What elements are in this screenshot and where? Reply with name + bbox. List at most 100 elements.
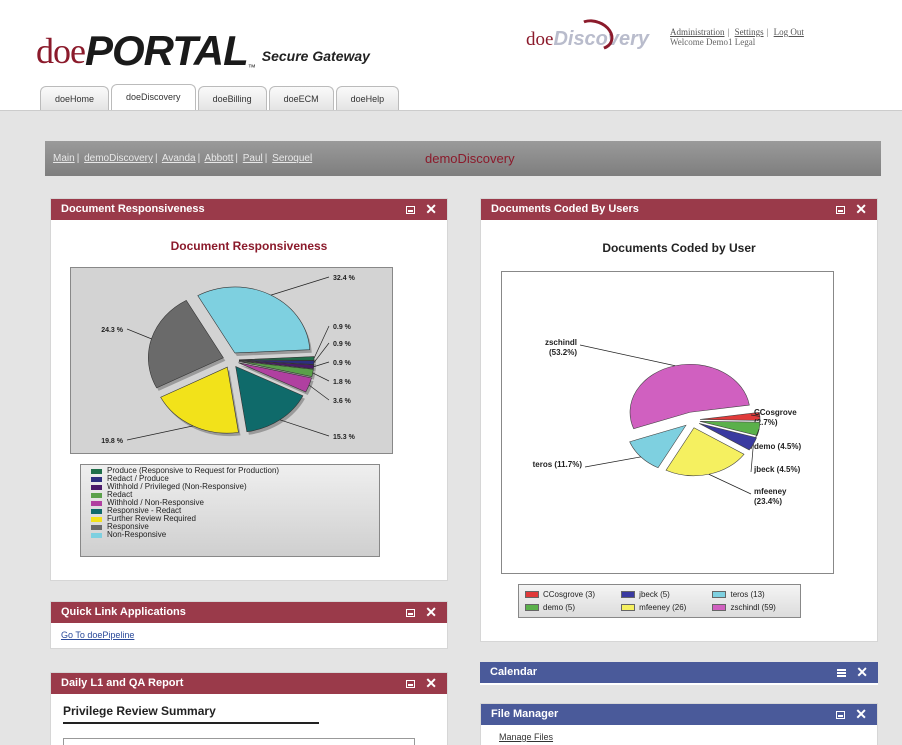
daily-report-panel: Daily L1 and QA Report ✕ Privilege Revie… [50,672,448,745]
legend-swatch [525,590,539,598]
pie-data-label: teros (11.7%) [533,460,583,469]
legend-label: mfeeney (26) [639,603,687,613]
legend-label: jbeck (5) [639,589,670,599]
manage-files-link[interactable]: Manage Files [499,732,553,742]
leader-line [308,384,330,401]
minimize-icon[interactable] [406,205,416,214]
pie-chart-area: CCosgrove (2.7%) demo (4.5%) jbeck (4.5%) mf… [501,271,834,574]
quick-link-panel: Quick Link Applications ✕ Go To doePipel… [50,601,448,649]
minimize-icon[interactable] [406,608,416,617]
leader-line [126,425,194,441]
tab-doediscovery[interactable]: doeDiscovery [111,84,196,110]
pie-slice [238,356,315,361]
pie-data-label: CCosgrove [754,408,797,417]
file-manager-panel: File Manager ✕ Manage Files [480,703,878,745]
pie-data-label: (53.2%) [549,348,577,357]
leader-line [279,419,330,437]
legend-swatch [621,590,636,598]
panel-header: Calendar ✕ [480,662,878,683]
panel-title: Calendar [490,666,538,678]
list-icon[interactable] [837,668,847,677]
close-icon[interactable]: ✕ [425,199,437,220]
leader-line [579,344,676,367]
legend-swatch [91,484,102,490]
leader-line [126,328,152,340]
close-icon[interactable]: ✕ [855,704,867,725]
chart-legend: Produce (Responsive to Request for Produ… [80,464,380,557]
go-to-doepipeline-link[interactable]: Go To doePipeline [61,630,134,640]
legend-item: demo (5) [525,603,613,614]
legend-swatch [91,516,102,522]
legend-label: Non-Responsive [107,530,167,539]
logo-subtitle: Secure Gateway [261,48,370,64]
panel-header: File Manager ✕ [481,704,877,725]
crumb-abbott[interactable]: Abbott [204,153,233,164]
legend-swatch [91,500,102,506]
tab-doebilling[interactable]: doeBilling [197,86,267,110]
pie-data-label: (23.4%) [754,497,782,506]
responsiveness-pie-chart: 0.9 % 0.9 % 0.9 % 1.8 % 3.6 % 15.3 % 19.8 % 24.… [101,275,356,445]
pie-data-label: zschindl [545,338,577,347]
welcome-text: Welcome Demo1 Legal [670,37,756,47]
pie-data-label: 15.3 % [333,434,356,441]
logout-link[interactable]: Log Out [774,27,804,37]
pie-data-label: jbeck (4.5%) [753,465,801,474]
legend-swatch [91,508,102,514]
close-icon[interactable]: ✕ [425,673,437,694]
leader-line [313,325,330,359]
legend-swatch [91,492,102,498]
logo-doe-text: doe [36,31,86,71]
top-header: doe PORTAL ™ Secure Gateway doeDiscovery… [0,0,902,110]
pie-chart-area: 0.9 % 0.9 % 0.9 % 1.8 % 3.6 % 15.3 % 19.8 % 24.… [70,267,393,454]
top-links: Administration | Settings | Log Out [670,27,804,37]
logo-trademark: ™ [247,63,256,72]
pie-slice [699,411,761,421]
tab-doehome[interactable]: doeHome [40,86,110,110]
legend-swatch [91,476,102,482]
documents-coded-panel: Documents Coded By Users ✕ Documents Cod… [480,198,878,642]
legend-swatch [621,604,636,612]
legend-swatch [712,590,727,598]
breadcrumb: Main | demoDiscovery | Avanda | Abbott | Pau… [45,141,881,176]
leader-line [584,456,641,468]
minimize-icon[interactable] [406,679,416,688]
panel-title: Quick Link Applications [61,606,186,618]
minimize-icon[interactable] [836,205,846,214]
leader-line [270,276,330,296]
tab-doehelp[interactable]: doeHelp [335,86,400,110]
doeportal-logo[interactable]: doe PORTAL ™ Secure Gateway [36,22,370,74]
crumb-avanda[interactable]: Avanda [162,153,196,164]
close-icon[interactable]: ✕ [855,199,867,220]
crumb-demodiscovery[interactable]: demoDiscovery [84,153,153,164]
panel-title: Daily L1 and QA Report [61,677,184,689]
tab-doeecm[interactable]: doeECM [268,86,334,110]
pie-data-label: 1.8 % [333,379,352,386]
crumb-seroquel[interactable]: Seroquel [272,153,312,164]
panel-header: Quick Link Applications ✕ [51,602,447,623]
legend-swatch [712,604,727,612]
pie-data-label: 24.3 % [101,327,124,334]
chart-title: Document Responsiveness [170,239,328,253]
crumb-main[interactable]: Main [53,153,75,164]
minimize-icon[interactable] [836,710,846,719]
logo-portal-text: PORTAL [84,27,249,74]
pie-slice [197,286,311,354]
chart-title: Documents Coded by User [602,241,756,255]
panel-title: File Manager [491,708,559,720]
crumb-paul[interactable]: Paul [243,153,263,164]
main-tabs: doeHome doeDiscovery doeBilling doeECM d… [40,84,401,110]
settings-link[interactable]: Settings [735,27,764,37]
legend-item: teros (13) [712,589,794,600]
legend-item: jbeck (5) [621,589,704,600]
product-logo-doe: doe [526,29,554,50]
close-icon[interactable]: ✕ [856,662,868,683]
pie-data-label: 0.9 % [333,341,352,348]
legend-item: Non-Responsive [91,531,369,539]
leader-line [312,372,330,382]
privilege-review-heading: Privilege Review Summary [63,704,216,718]
legend-label: demo (5) [543,603,576,613]
legend-item: CCosgrove (3) [525,589,613,600]
close-icon[interactable]: ✕ [425,602,437,623]
administration-link[interactable]: Administration [670,27,725,37]
panel-header: Document Responsiveness ✕ [51,199,447,220]
